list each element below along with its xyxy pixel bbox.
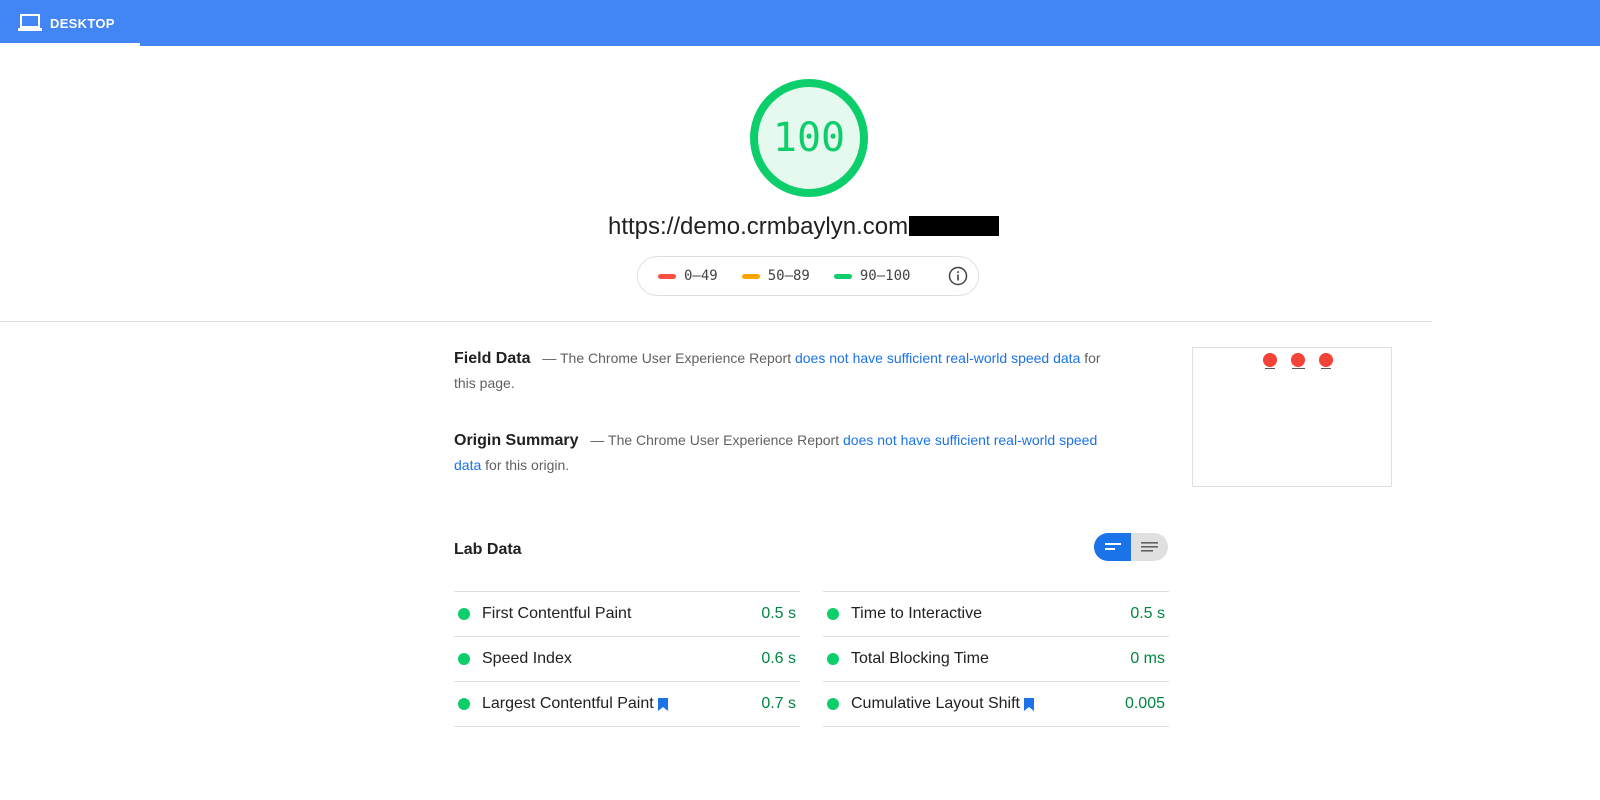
- field-data-link[interactable]: does not have sufficient real-world spee…: [795, 350, 1080, 366]
- toggle-summary-view[interactable]: [1094, 533, 1131, 561]
- origin-summary-heading: Origin Summary: [454, 432, 579, 449]
- legend-bar-pass: [833, 273, 852, 279]
- metric-name: Largest Contentful Paint: [482, 695, 654, 712]
- metric-name: Total Blocking Time: [851, 650, 989, 667]
- thumbnail-dot: [1263, 353, 1277, 367]
- pass-indicator: [458, 698, 470, 710]
- field-data-heading: Field Data: [454, 350, 531, 367]
- section-divider: [0, 321, 1432, 322]
- metrics-view-toggle: [1094, 533, 1168, 561]
- metric-total-blocking-time: Total Blocking Time 0 ms: [823, 636, 1169, 681]
- legend-range-pass: 90–100: [859, 268, 911, 284]
- tab-desktop[interactable]: DESKTOP: [0, 0, 140, 46]
- thumbnail-line: [1321, 368, 1331, 369]
- field-data-section: Field Data — The Chrome User Experience …: [454, 346, 1104, 396]
- metric-value: 0.005: [1124, 695, 1165, 712]
- top-bar: DESKTOP: [0, 0, 1600, 46]
- performance-score: 100: [772, 115, 846, 161]
- tab-desktop-label: DESKTOP: [50, 15, 115, 31]
- metric-time-to-interactive: Time to Interactive 0.5 s: [823, 591, 1169, 636]
- redaction-block: [909, 216, 1000, 236]
- laptop-icon: [18, 14, 42, 31]
- thumbnail-line: [1265, 368, 1275, 369]
- metric-name: Speed Index: [482, 650, 572, 667]
- metric-value: 0.5 s: [761, 605, 796, 622]
- legend-item-average: 50–89: [741, 268, 810, 284]
- legend-item-fail: 0–49: [658, 268, 718, 284]
- metric-value: 0.7 s: [761, 695, 796, 712]
- thumbnail-dot: [1319, 353, 1333, 367]
- thumbnail-line: [1292, 368, 1305, 369]
- pass-indicator: [827, 698, 839, 710]
- summary-view-icon: [1105, 543, 1121, 550]
- legend-bar-fail: [658, 273, 676, 279]
- metrics-column-right: Time to Interactive 0.5 s Total Blocking…: [823, 591, 1169, 727]
- expanded-view-icon: [1141, 542, 1158, 552]
- legend-bar-average: [741, 273, 760, 279]
- origin-summary-suffix: for this origin.: [481, 457, 570, 473]
- metric-cumulative-layout-shift: Cumulative Layout Shift 0.005: [823, 681, 1169, 727]
- page-url: https://demo.crmbaylyn.com: [608, 213, 1000, 241]
- pass-indicator: [827, 608, 839, 620]
- page-url-text: https://demo.crmbaylyn.com: [608, 213, 909, 240]
- origin-summary-section: Origin Summary — The Chrome User Experie…: [454, 428, 1104, 478]
- bookmark-icon: [657, 697, 668, 711]
- thumbnail-dot: [1291, 353, 1305, 367]
- legend-range-fail: 0–49: [684, 268, 718, 284]
- pass-indicator: [458, 608, 470, 620]
- score-legend: 0–49 50–89 90–100: [637, 256, 979, 296]
- metric-value: 0.5 s: [1130, 605, 1165, 622]
- origin-summary-prefix: — The Chrome User Experience Report: [590, 432, 843, 448]
- metric-first-contentful-paint: First Contentful Paint 0.5 s: [454, 591, 800, 636]
- page-screenshot-thumbnail: [1192, 347, 1392, 487]
- metric-largest-contentful-paint: Largest Contentful Paint 0.7 s: [454, 681, 800, 727]
- toggle-expanded-view[interactable]: [1131, 533, 1168, 561]
- field-data-prefix: — The Chrome User Experience Report: [542, 350, 795, 366]
- metric-speed-index: Speed Index 0.6 s: [454, 636, 800, 681]
- metric-value: 0 ms: [1130, 650, 1165, 667]
- pass-indicator: [827, 653, 839, 665]
- metric-name: Time to Interactive: [851, 605, 983, 622]
- metric-name: Cumulative Layout Shift: [851, 695, 1020, 712]
- metric-value: 0.6 s: [761, 650, 796, 667]
- metrics-column-left: First Contentful Paint 0.5 s Speed Index…: [454, 591, 800, 727]
- lab-data-title: Lab Data: [454, 541, 522, 558]
- metric-name: First Contentful Paint: [482, 605, 632, 622]
- legend-item-pass: 90–100: [833, 268, 911, 284]
- info-icon[interactable]: [948, 266, 968, 286]
- legend-range-average: 50–89: [767, 268, 810, 284]
- pass-indicator: [458, 653, 470, 665]
- tab-active-indicator: [0, 43, 140, 46]
- bookmark-icon: [1023, 697, 1034, 711]
